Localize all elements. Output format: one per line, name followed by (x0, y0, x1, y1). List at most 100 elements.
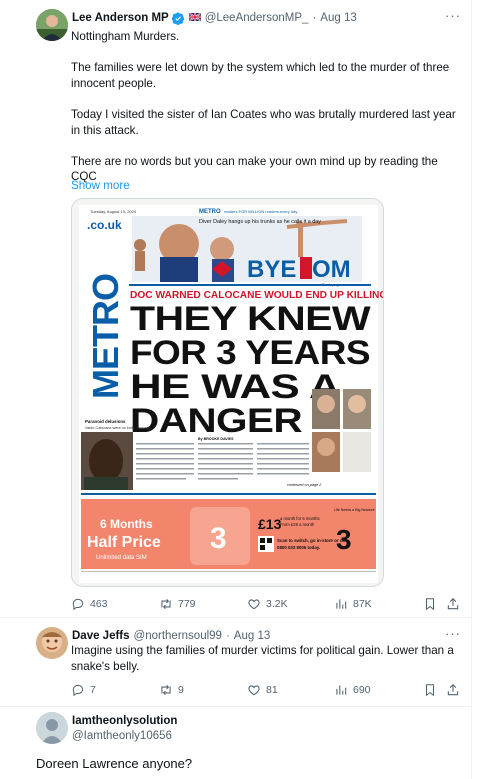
default-avatar-icon (36, 712, 68, 744)
headline-line-2: FOR 3 YEARS (130, 334, 370, 372)
avatar-lee-anderson[interactable] (36, 9, 68, 41)
paper-date: Tuesday, August 13, 2024 (90, 209, 137, 214)
tweet-text: Nottingham Murders. The families were le… (71, 29, 466, 185)
tweet-line: Nottingham Murders. (71, 30, 180, 43)
bookmark-icon (425, 598, 435, 611)
views-button[interactable]: 87K (334, 597, 372, 611)
share-button[interactable] (446, 597, 460, 611)
tweet-line: innocent people. (71, 76, 157, 90)
show-more-link[interactable]: Show more (71, 179, 130, 192)
headline-line-1: THEY KNEW (130, 300, 372, 338)
ad-brand-logo: 3 (336, 524, 352, 555)
timeline: Lee Anderson MP @LeeAndersonMP_ · Aug 13… (0, 0, 472, 779)
tweet-text: Doreen Lawrence anyone? (36, 756, 193, 771)
ad-sim-logo: 3 (210, 522, 227, 555)
tweet-text: Imagine using the families of murder vic… (71, 643, 466, 674)
reply-icon (72, 598, 84, 611)
tweet-line: Imagine using the families of murder vic… (71, 644, 454, 657)
views-chart-icon (336, 599, 347, 609)
separator-dot: · (312, 12, 317, 24)
more-options-icon[interactable]: ··· (445, 8, 461, 23)
headline-line-4: DANGER (130, 402, 302, 440)
metro-logo: METRO (85, 274, 126, 399)
ad-price-note-2: From £26 a month (280, 522, 315, 527)
byline: By BROOKE DAVIES (198, 437, 234, 441)
reply-button[interactable]: 7 (71, 683, 96, 697)
caption-title: Paranoid delusions (85, 419, 126, 424)
ad-tagline: Life Needs a Big Network (334, 508, 375, 512)
ad-subtitle: Unlimited data SIM (96, 555, 147, 561)
share-icon (447, 598, 459, 610)
tweet-line: snake's belly. (71, 659, 140, 673)
bookmark-button[interactable] (423, 683, 437, 697)
views-chart-icon (336, 685, 347, 695)
caption-body: Valdo Calocane went on knife rampage (85, 426, 151, 430)
tweet-line (71, 45, 466, 61)
verified-badge-icon (171, 12, 185, 25)
ad-price-note: a month for 6 months (280, 516, 320, 521)
bookmark-button[interactable] (423, 597, 437, 611)
paper-masthead-tag: readers FOR MILLION readers every day (224, 209, 297, 214)
reply-icon (72, 684, 84, 697)
like-count: 3.2K (266, 598, 288, 610)
author-name[interactable]: Dave Jeffs (72, 630, 130, 642)
repost-button[interactable]: 779 (159, 597, 196, 611)
repost-count: 9 (178, 684, 184, 696)
avatar-dave-jeffs[interactable] (36, 627, 68, 659)
ad-price: £13 (258, 516, 282, 532)
share-icon (447, 684, 459, 696)
tweet-line (71, 91, 466, 107)
tweet-media-newspaper[interactable]: Tuesday, August 13, 2024 METRO readers F… (71, 198, 384, 587)
author-handle[interactable]: @northernsoul99 (134, 630, 222, 642)
like-count: 81 (266, 684, 278, 696)
headline-line-3: HE WAS A (130, 368, 340, 406)
tweet-iamtheonlysolution[interactable]: Iamtheonlysolution @Iamtheonly10656 Dore… (0, 707, 472, 779)
bookmark-icon (425, 684, 435, 697)
views-button[interactable]: 690 (334, 683, 371, 697)
promo-quote-text: Diver Daley hangs up his trunks as he ca… (199, 219, 321, 225)
tweet-line: in this attack. (71, 123, 139, 137)
reply-button[interactable]: 463 (71, 597, 108, 611)
more-options-icon[interactable]: ··· (445, 626, 461, 641)
avatar-image (36, 9, 68, 41)
tweet-line: CQC (71, 170, 97, 184)
ad-title-2: Half Price (87, 534, 161, 551)
share-button[interactable] (446, 683, 460, 697)
reply-count: 7 (90, 684, 96, 696)
author-name[interactable]: Lee Anderson MP (72, 12, 169, 24)
tweet-line: Today I visited the sister of Ian Coates… (71, 107, 456, 121)
author-handle[interactable]: @Iamtheonly10656 (72, 730, 172, 742)
view-count: 690 (353, 684, 371, 696)
repost-button[interactable]: 9 (159, 683, 184, 697)
view-count: 87K (353, 598, 372, 610)
tweet-header: Lee Anderson MP @LeeAndersonMP_ · Aug 13 (72, 10, 357, 26)
tweet-timestamp[interactable]: Aug 13 (234, 630, 270, 642)
tweet-line (71, 138, 466, 154)
ad-phone: 0800 033 8006 today. (277, 545, 320, 550)
avatar-default[interactable] (36, 712, 68, 744)
tweet-actions: 7 9 81 690 (71, 683, 466, 699)
repost-count: 779 (178, 598, 196, 610)
reply-count: 463 (90, 598, 108, 610)
tweet-header: Dave Jeffs @northernsoul99 · Aug 13 (72, 628, 270, 644)
promo-headline-b: OM (312, 256, 351, 283)
like-button[interactable]: 81 (247, 683, 278, 697)
repost-icon (161, 684, 171, 696)
tweet-line: The families were let down by the system… (71, 61, 450, 75)
tweet-dave-jeffs[interactable]: Dave Jeffs @northernsoul99 · Aug 13 ··· … (0, 618, 472, 708)
author-handle[interactable]: @LeeAndersonMP_ (205, 12, 309, 24)
tweet-lee-anderson[interactable]: Lee Anderson MP @LeeAndersonMP_ · Aug 13… (0, 0, 472, 625)
promo-headline-a: BYE (247, 256, 296, 283)
author-name[interactable]: Iamtheonlysolution (72, 715, 177, 727)
like-button[interactable]: 3.2K (247, 597, 288, 611)
avatar-image (36, 627, 68, 659)
paper-site: .co.uk (87, 218, 122, 232)
uk-flag-icon (188, 12, 202, 24)
tweet-line: There are no words but you can make your… (71, 154, 438, 168)
paper-masthead-top: METRO (199, 209, 221, 215)
tweet-timestamp[interactable]: Aug 13 (320, 12, 356, 24)
heart-icon (248, 599, 260, 610)
promo-quote: Diver Daley hangs up his trunks as he ca… (199, 219, 321, 225)
ad-title: 6 Months (100, 517, 153, 531)
separator-dot: · (225, 630, 230, 642)
